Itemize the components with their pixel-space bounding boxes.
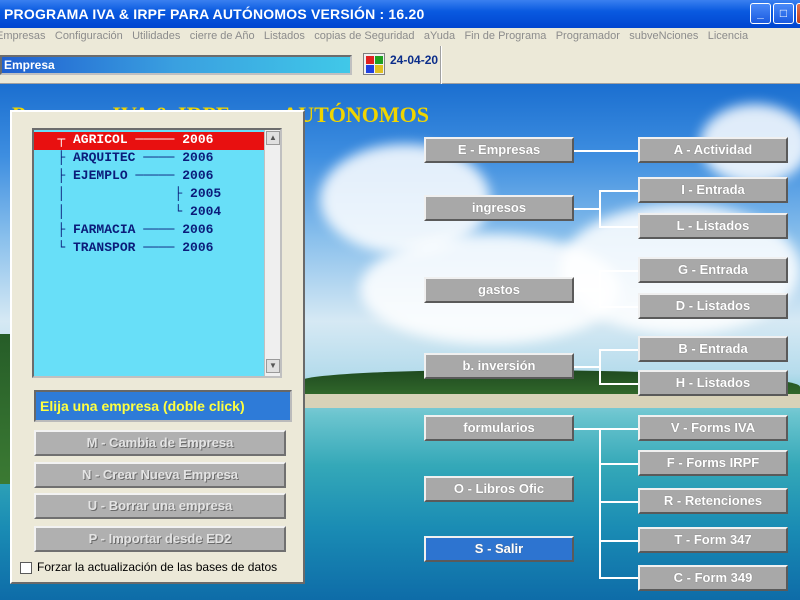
change-company-button[interactable]: M - Cambia de Empresa [34,430,286,456]
form-349-button[interactable]: C - Form 349 [638,565,788,591]
connector-line [599,428,601,579]
menu-item-listados[interactable]: Listados [264,28,311,42]
libros-oficiales-button[interactable]: O - Libros Ofic [424,476,574,502]
import-ed2-button[interactable]: P - Importar desde ED2 [34,526,286,552]
inversion-button[interactable]: b. inversión [424,353,574,379]
minimize-button[interactable]: _ [750,3,771,24]
gastos-button[interactable]: gastos [424,277,574,303]
connector-line [599,349,638,351]
gastos-listados-button[interactable]: D - Listados [638,293,788,319]
menu-item-copias-de-seguridad[interactable]: copias de Seguridad [314,28,420,42]
connector-line [599,270,601,308]
new-company-button[interactable]: N - Crear Nueva Empresa [34,462,286,488]
force-update-checkbox[interactable] [20,562,32,574]
connector-line [599,226,638,228]
tree-row[interactable]: ├ FARMACIA ──── 2006 [34,222,266,240]
connector-line [599,306,638,308]
beach [300,394,800,408]
connector-line [599,540,638,542]
connector-line [574,290,600,292]
company-field: Empresa [0,55,352,75]
force-update-label: Forzar la actualización de las bases de … [37,560,278,574]
retenciones-button[interactable]: R - Retenciones [638,488,788,514]
tree-row[interactable]: │ ├ 2005 [34,186,266,204]
tree-row[interactable]: ┬ AGRICOL ───── 2006 [34,132,266,150]
scroll-up-icon[interactable]: ▲ [266,131,280,145]
close-button[interactable]: X [796,3,800,24]
empresas-button[interactable]: E - Empresas [424,137,574,163]
connector-line [599,270,638,272]
gastos-entrada-button[interactable]: G - Entrada [638,257,788,283]
menu-bar: Empresas Configuración Utilidades cierre… [0,28,800,46]
connector-line [599,501,638,503]
tree-row[interactable]: └ TRANSPOR ──── 2006 [34,240,266,258]
tree-scrollbar[interactable]: ▲ ▼ [264,130,280,376]
connector-line [599,383,638,385]
menu-item-licencia[interactable]: Licencia [708,28,754,42]
inversion-listados-button[interactable]: H - Listados [638,370,788,396]
toolbar-separator [440,46,442,84]
menu-item-utilidades[interactable]: Utilidades [132,28,186,42]
choose-company-prompt: Elija una empresa (doble click) [34,390,292,422]
date-display: 24-04-20 [390,53,439,67]
tree-row[interactable]: ├ EJEMPLO ───── 2006 [34,168,266,186]
window-title: PROGRAMA IVA & IRPF PARA AUTÓNOMOS VERSI… [4,6,425,22]
delete-company-button[interactable]: U - Borrar una empresa [34,493,286,519]
connector-line [599,463,638,465]
connector-line [599,190,601,228]
connector-line [574,428,600,430]
maximize-button[interactable]: □ [773,3,794,24]
connector-line [574,366,600,368]
tree-row[interactable]: ├ ARQUITEC ──── 2006 [34,150,266,168]
menu-item-configuracion[interactable]: Configuración [55,28,129,42]
salir-button[interactable]: S - Salir [424,536,574,562]
menu-item-cierre-de-ano[interactable]: cierre de Año [190,28,261,42]
connector-line [599,428,638,430]
scroll-down-icon[interactable]: ▼ [266,359,280,373]
menu-item-programador[interactable]: Programador [556,28,626,42]
formularios-button[interactable]: formularios [424,415,574,441]
forms-iva-button[interactable]: V - Forms IVA [638,415,788,441]
connector-line [574,208,600,210]
connector-line [599,349,601,385]
actividad-button[interactable]: A - Actividad [638,137,788,163]
title-bar: PROGRAMA IVA & IRPF PARA AUTÓNOMOS VERSI… [0,0,800,28]
menu-item-empresas[interactable]: Empresas [0,28,52,42]
company-tree[interactable]: ┬ AGRICOL ───── 2006 ├ ARQUITEC ──── 200… [32,128,282,378]
tree-row[interactable]: │ └ 2004 [34,204,266,222]
toolbar: Empresa 24-04-20 [0,46,800,84]
connector-line [599,577,638,579]
company-panel: ┬ AGRICOL ───── 2006 ├ ARQUITEC ──── 200… [10,110,305,584]
form-347-button[interactable]: T - Form 347 [638,527,788,553]
forms-irpf-button[interactable]: F - Forms IRPF [638,450,788,476]
menu-item-fin-de-programa[interactable]: Fin de Programa [464,28,552,42]
menu-item-subvenciones[interactable]: subveNciones [629,28,704,42]
connector-line [574,150,638,152]
connector-line [599,190,638,192]
ingresos-entrada-button[interactable]: I - Entrada [638,177,788,203]
ingresos-button[interactable]: ingresos [424,195,574,221]
inversion-entrada-button[interactable]: B - Entrada [638,336,788,362]
grid-icon[interactable] [363,53,385,75]
menu-item-ayuda[interactable]: aYuda [424,28,461,42]
ingresos-listados-button[interactable]: L - Listados [638,213,788,239]
